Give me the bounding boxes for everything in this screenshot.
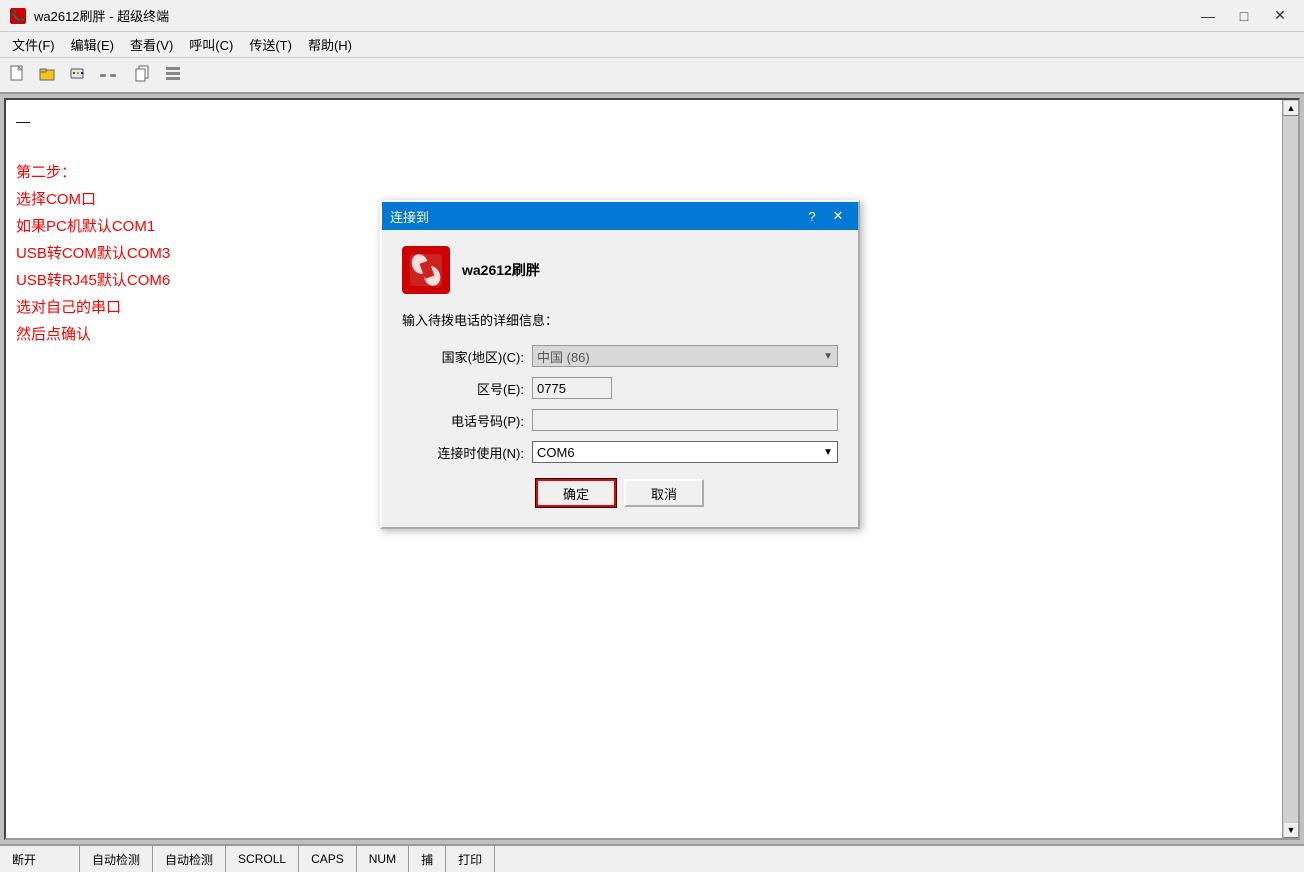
- connect-label: 连接时使用(N):: [402, 443, 532, 462]
- status-bar: 断开 自动检测 自动检测 SCROLL CAPS NUM 捕 打印: [0, 844, 1304, 872]
- dialog-country-row: 国家(地区)(C): 中国 (86) ▼: [402, 345, 838, 367]
- country-dropdown-icon: ▼: [823, 351, 833, 362]
- dialog-app-name: wa2612刷胖: [462, 260, 540, 280]
- country-select[interactable]: 中国 (86) ▼: [532, 345, 838, 367]
- status-caps: CAPS: [299, 846, 357, 872]
- country-value: 中国 (86): [537, 347, 590, 366]
- menu-transfer[interactable]: 传送(T): [241, 33, 300, 56]
- dialog-app-icon: 📞: [402, 246, 450, 294]
- window-title: wa2612刷胖 - 超级终端: [34, 6, 1192, 25]
- dialog-title-bar: 连接到 ? ✕: [382, 202, 858, 230]
- dialog-header: 📞 wa2612刷胖: [402, 246, 838, 294]
- scroll-track: [1283, 116, 1298, 822]
- dialog-body: 📞 wa2612刷胖 输入待拨电话的详细信息： 国家(地区)(C): 中国 (8…: [382, 230, 858, 527]
- status-scroll: SCROLL: [226, 846, 299, 872]
- area-label: 区号(E):: [402, 379, 532, 398]
- status-disconnect: 断开: [0, 846, 80, 872]
- status-num: NUM: [357, 846, 409, 872]
- dialog-connect-row: 连接时使用(N): COM6 ▼: [402, 441, 838, 463]
- instruction-line-1: 第二步：: [16, 159, 1272, 186]
- dialog-subtitle: 输入待拨电话的详细信息：: [402, 310, 838, 329]
- connect-dialog: 连接到 ? ✕ 📞 wa2612刷胖 输入待拨电话的详细: [380, 200, 860, 529]
- toolbar-disconnect[interactable]: [94, 62, 122, 88]
- toolbar-extra[interactable]: [160, 62, 188, 88]
- toolbar-new[interactable]: [4, 62, 32, 88]
- menu-view[interactable]: 查看(V): [122, 33, 181, 56]
- dialog-title: 连接到: [390, 207, 800, 226]
- menu-bar: 文件(F) 编辑(E) 查看(V) 呼叫(C) 传送(T) 帮助(H): [0, 32, 1304, 58]
- dialog-title-controls: ? ✕: [800, 206, 850, 226]
- status-autodetect2: 自动检测: [153, 846, 226, 872]
- ok-button[interactable]: 确定: [536, 479, 616, 507]
- toolbar-copy-paste[interactable]: [130, 62, 158, 88]
- terminal-dash: —: [16, 110, 1272, 134]
- dialog-help-button[interactable]: ?: [800, 206, 824, 226]
- menu-call[interactable]: 呼叫(C): [181, 33, 241, 56]
- toolbar-modem[interactable]: [64, 62, 92, 88]
- terminal-scrollbar[interactable]: ▲ ▼: [1282, 100, 1298, 838]
- title-bar: 📞 wa2612刷胖 - 超级终端 — □ ✕: [0, 0, 1304, 32]
- phone-input[interactable]: [532, 409, 838, 431]
- window-controls: — □ ✕: [1192, 4, 1296, 28]
- dialog-phone-row: 电话号码(P):: [402, 409, 838, 431]
- dialog-close-button[interactable]: ✕: [826, 206, 850, 226]
- minimize-button[interactable]: —: [1192, 4, 1224, 28]
- connect-select[interactable]: COM6 ▼: [532, 441, 838, 463]
- menu-edit[interactable]: 编辑(E): [63, 33, 122, 56]
- phone-label: 电话号码(P):: [402, 411, 532, 430]
- status-autodetect1: 自动检测: [80, 846, 153, 872]
- toolbar-open[interactable]: [34, 62, 62, 88]
- dialog-area-row: 区号(E):: [402, 377, 838, 399]
- area-input[interactable]: [532, 377, 612, 399]
- maximize-button[interactable]: □: [1228, 4, 1260, 28]
- cancel-button[interactable]: 取消: [624, 479, 704, 507]
- status-capture: 捕: [409, 846, 446, 872]
- scroll-up-button[interactable]: ▲: [1283, 100, 1299, 116]
- menu-file[interactable]: 文件(F): [4, 33, 63, 56]
- status-print: 打印: [446, 846, 495, 872]
- dialog-buttons: 确定 取消: [402, 479, 838, 511]
- svg-text:📞: 📞: [11, 9, 25, 23]
- connect-dropdown-icon: ▼: [823, 447, 833, 458]
- menu-help[interactable]: 帮助(H): [300, 33, 360, 56]
- scroll-down-button[interactable]: ▼: [1283, 822, 1299, 838]
- country-label: 国家(地区)(C):: [402, 347, 532, 366]
- close-button[interactable]: ✕: [1264, 4, 1296, 28]
- toolbar: [0, 58, 1304, 94]
- connect-value: COM6: [537, 445, 575, 460]
- app-icon: 📞: [8, 6, 28, 26]
